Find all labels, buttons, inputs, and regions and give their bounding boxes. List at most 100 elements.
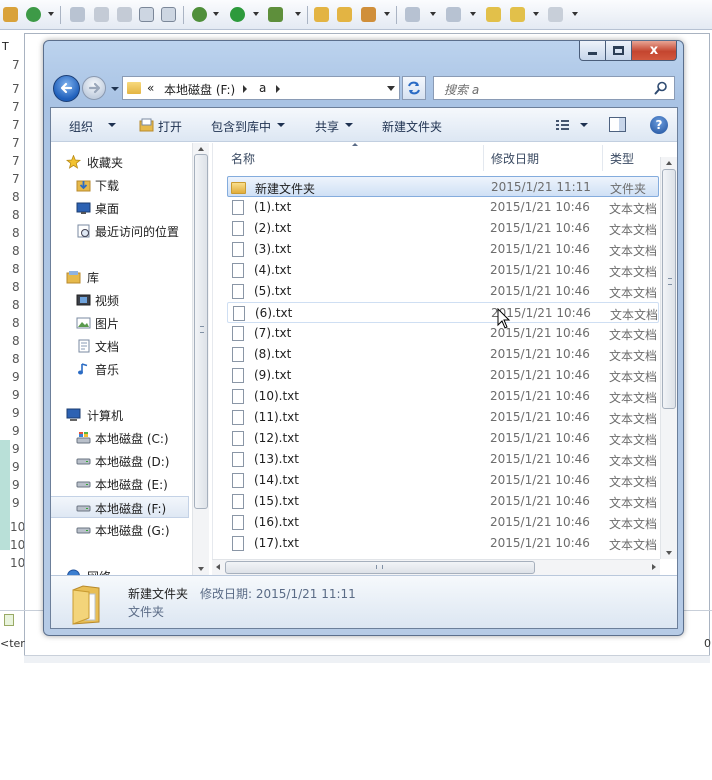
- nav-item-drive-e[interactable]: 本地磁盘 (E:): [51, 473, 196, 495]
- file-row[interactable]: (16).txt 2015/1/21 10:46 文本文档: [227, 512, 659, 533]
- open-button[interactable]: 打开: [158, 118, 182, 135]
- nav-item-libraries[interactable]: 库: [51, 266, 196, 288]
- maximize-button[interactable]: [606, 41, 632, 61]
- editor-tab-label[interactable]: T: [2, 40, 22, 60]
- run-icon[interactable]: [230, 7, 245, 22]
- back-button[interactable]: [53, 75, 80, 102]
- scroll-up-icon[interactable]: [666, 161, 672, 165]
- tool-icon[interactable]: [161, 7, 176, 22]
- search-icon[interactable]: [654, 81, 668, 95]
- close-button[interactable]: x: [632, 41, 677, 61]
- scroll-left-icon[interactable]: [216, 564, 220, 570]
- view-dropdown-icon[interactable]: [580, 123, 588, 127]
- file-row[interactable]: (17).txt 2015/1/21 10:46 文本文档: [227, 533, 659, 554]
- scroll-down-icon[interactable]: [198, 567, 204, 571]
- open-folder-icon[interactable]: [337, 7, 352, 22]
- dropdown-arrow-icon[interactable]: [253, 12, 259, 16]
- file-row[interactable]: (10).txt 2015/1/21 10:46 文本文档: [227, 386, 659, 407]
- scroll-down-icon[interactable]: [666, 551, 672, 555]
- recent-pages-dropdown-icon[interactable]: [111, 87, 119, 91]
- tool-icon[interactable]: [70, 7, 85, 22]
- file-list-horizontal-scrollbar[interactable]: [212, 559, 660, 575]
- scroll-right-icon[interactable]: [652, 564, 656, 570]
- dropdown-arrow-icon[interactable]: [295, 12, 301, 16]
- nav-item-recent[interactable]: 最近访问的位置: [51, 220, 196, 242]
- refresh-icon[interactable]: [26, 7, 41, 22]
- navigation-pane-scrollbar[interactable]: [192, 143, 209, 575]
- column-header-modified[interactable]: 修改日期: [484, 143, 602, 173]
- file-row[interactable]: (14).txt 2015/1/21 10:46 文本文档: [227, 470, 659, 491]
- scrollbar-thumb[interactable]: [194, 154, 208, 509]
- dropdown-arrow-icon[interactable]: [213, 12, 219, 16]
- address-segment-folder[interactable]: a: [259, 81, 266, 95]
- file-row[interactable]: (9).txt 2015/1/21 10:46 文本文档: [227, 365, 659, 386]
- forward-button[interactable]: [82, 76, 106, 100]
- back-arrow-icon[interactable]: [486, 7, 501, 22]
- scrollbar-thumb[interactable]: [225, 561, 535, 574]
- file-row[interactable]: (3).txt 2015/1/21 10:46 文本文档: [227, 239, 659, 260]
- nav-item-downloads[interactable]: 下载: [51, 174, 196, 196]
- open-folder-icon[interactable]: [314, 7, 329, 22]
- new-icon[interactable]: [3, 7, 18, 22]
- nav-item-favorites[interactable]: 收藏夹: [51, 151, 196, 173]
- nav-item-videos[interactable]: 视频: [51, 289, 196, 311]
- include-in-library-button[interactable]: 包含到库中: [211, 118, 271, 135]
- file-row[interactable]: (6).txt 2015/1/21 10:46 文本文档: [227, 302, 659, 323]
- nav-item-music[interactable]: 音乐: [51, 358, 196, 380]
- debug-icon[interactable]: [192, 7, 207, 22]
- help-icon[interactable]: ?: [650, 116, 668, 134]
- nav-item-desktop[interactable]: 桌面: [51, 197, 196, 219]
- file-row[interactable]: (2).txt 2015/1/21 10:46 文本文档: [227, 218, 659, 239]
- organize-dropdown-icon[interactable]: [108, 123, 116, 127]
- chevron-right-icon[interactable]: [276, 85, 280, 93]
- tool-icon[interactable]: [139, 7, 154, 22]
- pen-icon[interactable]: [361, 7, 376, 22]
- dropdown-arrow-icon[interactable]: [533, 12, 539, 16]
- nav-item-drive-f[interactable]: 本地磁盘 (F:): [51, 496, 189, 518]
- annotation-icon[interactable]: [446, 7, 461, 22]
- file-row[interactable]: (8).txt 2015/1/21 10:46 文本文档: [227, 344, 659, 365]
- address-bar[interactable]: « 本地磁盘 (F:) a: [122, 76, 400, 100]
- dropdown-arrow-icon[interactable]: [572, 12, 578, 16]
- nav-item-network[interactable]: 网络: [51, 565, 196, 575]
- file-row[interactable]: (12).txt 2015/1/21 10:46 文本文档: [227, 428, 659, 449]
- organize-button[interactable]: 组织: [69, 118, 93, 135]
- search-input[interactable]: 搜索 a: [433, 76, 675, 100]
- new-folder-button[interactable]: 新建文件夹: [382, 118, 442, 135]
- annotation-icon[interactable]: [405, 7, 420, 22]
- forward-arrow-icon[interactable]: [548, 7, 563, 22]
- include-in-library-dropdown-icon[interactable]: [277, 123, 285, 127]
- file-row[interactable]: (7).txt 2015/1/21 10:46 文本文档: [227, 323, 659, 344]
- back-arrow-icon[interactable]: [510, 7, 525, 22]
- nav-item-drive-c[interactable]: 本地磁盘 (C:): [51, 427, 196, 449]
- file-row[interactable]: (1).txt 2015/1/21 10:46 文本文档: [227, 197, 659, 218]
- minimize-button[interactable]: [579, 41, 606, 61]
- file-row[interactable]: (4).txt 2015/1/21 10:46 文本文档: [227, 260, 659, 281]
- refresh-button[interactable]: [402, 76, 426, 100]
- column-header-type[interactable]: 类型: [603, 143, 663, 173]
- file-row[interactable]: (13).txt 2015/1/21 10:46 文本文档: [227, 449, 659, 470]
- dropdown-arrow-icon[interactable]: [384, 12, 390, 16]
- dropdown-arrow-icon[interactable]: [430, 12, 436, 16]
- file-row[interactable]: (5).txt 2015/1/21 10:46 文本文档: [227, 281, 659, 302]
- column-header-name[interactable]: 名称: [213, 143, 471, 173]
- nav-item-documents[interactable]: 文档: [51, 335, 196, 357]
- external-tools-icon[interactable]: [268, 7, 283, 22]
- address-history-dropdown-icon[interactable]: [387, 86, 395, 91]
- file-list-scrollbar[interactable]: [660, 157, 677, 559]
- file-row[interactable]: (11).txt 2015/1/21 10:46 文本文档: [227, 407, 659, 428]
- nav-item-drive-g[interactable]: 本地磁盘 (G:): [51, 519, 196, 541]
- console-icon[interactable]: [4, 614, 14, 626]
- tool-icon[interactable]: [117, 7, 132, 22]
- share-dropdown-icon[interactable]: [345, 123, 353, 127]
- dropdown-arrow-icon[interactable]: [48, 12, 54, 16]
- tool-icon[interactable]: [94, 7, 109, 22]
- view-options-icon[interactable]: [555, 118, 571, 132]
- nav-item-pictures[interactable]: 图片: [51, 312, 196, 334]
- scrollbar-thumb[interactable]: [662, 169, 676, 409]
- share-button[interactable]: 共享: [315, 118, 339, 135]
- preview-pane-icon[interactable]: [609, 117, 626, 132]
- chevron-right-icon[interactable]: [243, 85, 247, 93]
- nav-item-computer[interactable]: 计算机: [51, 404, 196, 426]
- file-row[interactable]: 新建文件夹 2015/1/21 11:11 文件夹: [227, 176, 659, 197]
